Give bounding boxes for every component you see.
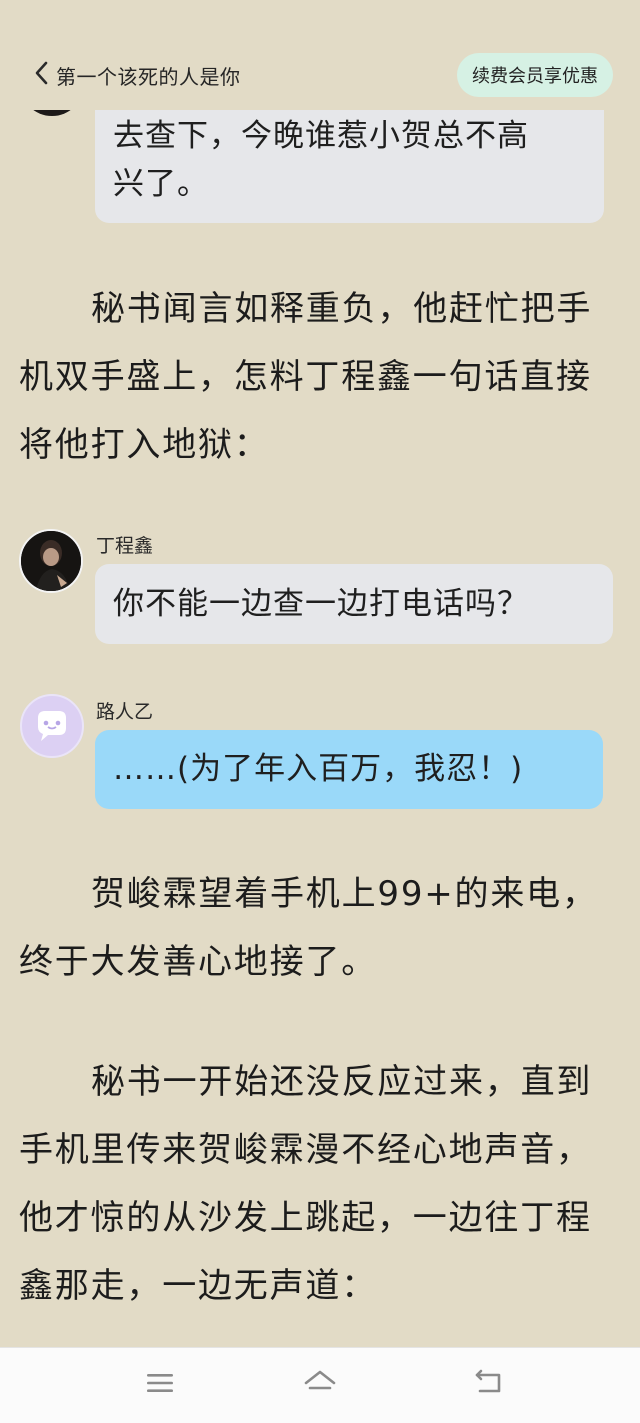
story-paragraph-3: 秘书一开始还没反应过来，直到手机里传来贺峻霖漫不经心地声音，他才惊的从沙发上跳起… <box>19 1062 593 1306</box>
reader-header: 第一个该死的人是你 续费会员享优惠 <box>0 0 640 110</box>
chat-bubble-2: 你不能一边查一边打电话吗？ <box>95 564 613 644</box>
speaker-name-dingchengxin: 丁程鑫 <box>96 535 154 557</box>
menu-button[interactable] <box>140 1368 180 1402</box>
back-button[interactable]: 第一个该死的人是你 <box>34 60 241 90</box>
book-title: 第一个该死的人是你 <box>56 64 241 89</box>
system-navigation-bar <box>0 1347 640 1423</box>
renew-membership-button[interactable]: 续费会员享优惠 <box>457 53 613 97</box>
back-nav-button[interactable] <box>468 1368 508 1402</box>
chat-bubble-3: ……(为了年入百万，我忍！) <box>95 730 603 809</box>
speaker-name-passerby: 路人乙 <box>96 701 154 723</box>
home-button[interactable] <box>300 1368 340 1402</box>
chat-bubble-1-line-2: 兴了。 <box>113 166 209 202</box>
chat-bubble-2-text: 你不能一边查一边打电话吗？ <box>113 586 529 622</box>
avatar-passerby <box>20 694 84 758</box>
chat-bubble-1: 去查下，今晚谁惹小贺总不高 兴了。 <box>95 92 604 223</box>
menu-icon <box>145 1371 175 1399</box>
avatar-dingchengxin <box>19 529 83 593</box>
chat-bubble-3-text: ……(为了年入百万，我忍！) <box>113 751 524 787</box>
reader-content[interactable]: 去查下，今晚谁惹小贺总不高 兴了。 秘书闻言如释重负，他赶忙把手机双手盛上，怎料… <box>0 0 640 1347</box>
back-icon <box>472 1369 504 1401</box>
story-paragraph-2: 贺峻霖望着手机上99+的来电，终于大发善心地接了。 <box>19 874 598 982</box>
chevron-left-icon <box>34 60 50 90</box>
story-paragraph-1: 秘书闻言如释重负，他赶忙把手机双手盛上，怎料丁程鑫一句话直接将他打入地狱： <box>19 289 593 465</box>
home-icon <box>302 1368 338 1402</box>
